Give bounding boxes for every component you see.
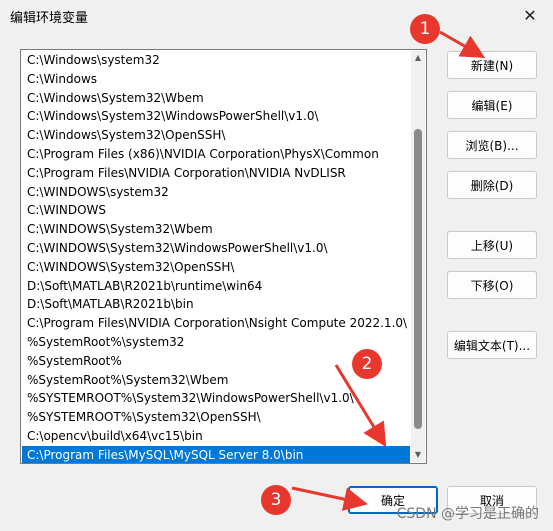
- path-item[interactable]: C:\Program Files (x86)\NVIDIA Corporatio…: [22, 145, 410, 164]
- path-item[interactable]: %SystemRoot%\system32: [22, 333, 410, 352]
- path-item[interactable]: C:\Program Files\MySQL\MySQL Server 8.0\…: [22, 445, 410, 463]
- path-item[interactable]: C:\Windows\system32: [22, 51, 410, 70]
- path-item[interactable]: D:\Soft\MATLAB\R2021b\bin: [22, 295, 410, 314]
- path-item[interactable]: C:\WINDOWS\system32: [22, 183, 410, 202]
- path-item[interactable]: %SystemRoot%\System32\Wbem: [22, 371, 410, 390]
- edit-button[interactable]: 编辑(E): [447, 91, 537, 119]
- annotation-badge-1: 1: [410, 14, 440, 44]
- path-item[interactable]: C:\WINDOWS: [22, 201, 410, 220]
- browse-button[interactable]: 浏览(B)...: [447, 131, 537, 159]
- move-down-button[interactable]: 下移(O): [447, 271, 537, 299]
- path-item[interactable]: C:\WINDOWS\System32\OpenSSH\: [22, 258, 410, 277]
- path-item[interactable]: C:\opencv\build\x64\vc15\bin: [22, 427, 410, 446]
- path-item[interactable]: C:\Windows\System32\OpenSSH\: [22, 126, 410, 145]
- path-item[interactable]: %SYSTEMROOT%\System32\OpenSSH\: [22, 408, 410, 427]
- path-list-items: C:\Windows\system32 C:\Windows C:\Windows\…: [22, 51, 410, 463]
- edit-text-button[interactable]: 编辑文本(T)...: [447, 331, 537, 359]
- window-title: 编辑环境变量: [10, 11, 89, 26]
- path-item[interactable]: C:\Windows\System32\Wbem: [22, 89, 410, 108]
- move-up-button[interactable]: 上移(U): [447, 231, 537, 259]
- path-item[interactable]: C:\Windows: [22, 70, 410, 89]
- scroll-thumb[interactable]: [414, 129, 422, 429]
- delete-button[interactable]: 删除(D): [447, 171, 537, 199]
- annotation-badge-3: 3: [261, 485, 291, 515]
- watermark: CSDN @学习是正确的: [396, 506, 539, 522]
- path-item[interactable]: C:\Program Files\NVIDIA Corporation\NVID…: [22, 164, 410, 183]
- path-item[interactable]: D:\Soft\MATLAB\R2021b\runtime\win64: [22, 277, 410, 296]
- close-button[interactable]: ✕: [507, 0, 553, 30]
- close-icon: ✕: [523, 5, 537, 25]
- scroll-down-icon[interactable]: ▼: [411, 448, 425, 462]
- scroll-up-icon[interactable]: ▲: [411, 51, 425, 65]
- path-item[interactable]: C:\Program Files\NVIDIA Corporation\Nsig…: [22, 314, 410, 333]
- annotation-badge-2: 2: [352, 349, 382, 379]
- title-bar: 编辑环境变量 ✕: [0, 0, 553, 30]
- path-item[interactable]: C:\WINDOWS\System32\Wbem: [22, 220, 410, 239]
- vertical-scrollbar[interactable]: ▲ ▼: [411, 51, 425, 462]
- path-item[interactable]: C:\WINDOWS\System32\WindowsPowerShell\v1…: [22, 239, 410, 258]
- path-list[interactable]: C:\Windows\system32 C:\Windows C:\Windows\…: [20, 49, 427, 464]
- path-item[interactable]: %SYSTEMROOT%\System32\WindowsPowerShell\…: [22, 389, 410, 408]
- new-button[interactable]: 新建(N): [447, 51, 537, 79]
- path-item[interactable]: C:\Windows\System32\WindowsPowerShell\v1…: [22, 107, 410, 126]
